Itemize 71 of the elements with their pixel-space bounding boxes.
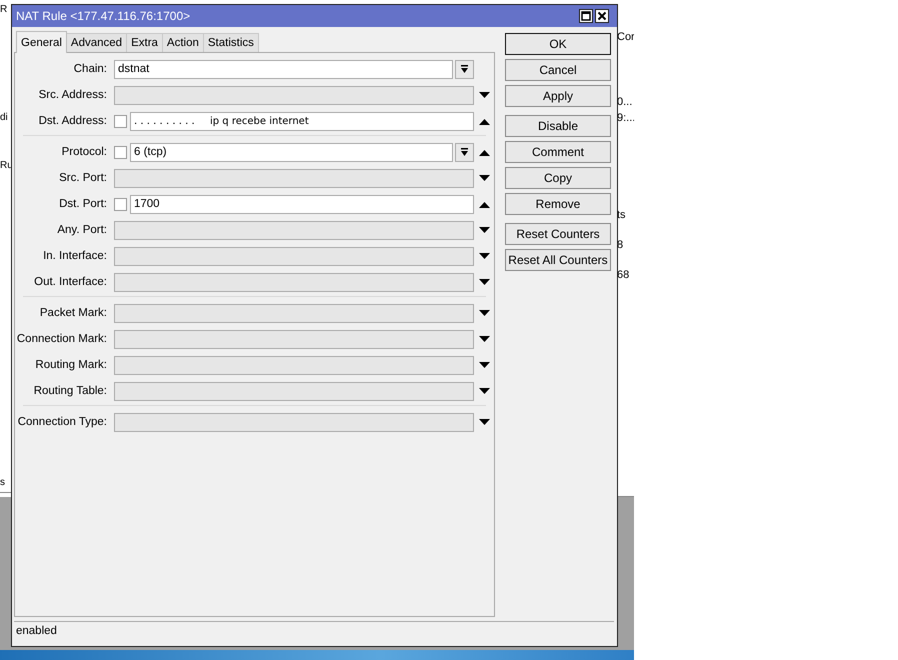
window-title: NAT Rule <177.47.116.76:1700> [16, 9, 190, 23]
expand-arrow-icon[interactable] [478, 226, 490, 234]
field-label: Protocol: [60, 146, 107, 158]
expand-arrow-icon[interactable] [478, 174, 490, 182]
tab[interactable]: Statistics [202, 33, 259, 52]
input-field[interactable]: 6 (tcp) [130, 142, 453, 162]
expand-arrow-icon[interactable] [478, 92, 490, 98]
field-label: Any. Port: [56, 224, 107, 236]
field-label: Routing Table: [32, 385, 107, 397]
cut-off-text: ts [617, 209, 626, 221]
input-field[interactable]: 1700 [130, 194, 474, 214]
status-text: enabled [16, 625, 57, 637]
collapse-arrow-icon[interactable] [478, 148, 490, 156]
field-label: Dst. Address: [38, 115, 107, 127]
field-label: Src. Address: [38, 89, 107, 101]
collapse-arrow-icon[interactable] [478, 118, 490, 124]
input-field[interactable] [114, 246, 474, 266]
dialog-button[interactable]: Apply [505, 85, 611, 107]
input-field[interactable] [114, 382, 474, 400]
field-label: Connection Mark: [16, 333, 107, 345]
input-field[interactable] [114, 304, 474, 322]
close-icon[interactable] [595, 9, 609, 23]
input-field[interactable] [114, 330, 474, 348]
field-label: Dst. Port: [58, 198, 107, 210]
field-label: Packet Mark: [38, 307, 107, 319]
input-field[interactable] [114, 168, 474, 188]
dialog-button[interactable]: Reset Counters [505, 223, 611, 245]
field-label: In. Interface: [42, 250, 107, 262]
expand-arrow-icon[interactable] [478, 388, 490, 394]
dropdown-button[interactable] [455, 142, 474, 162]
dialog-button[interactable]: OK [505, 33, 611, 55]
tab[interactable]: Action [162, 33, 204, 52]
dropdown-button[interactable] [455, 60, 474, 78]
input-field[interactable] [114, 272, 474, 292]
dropdown-arrow-icon [460, 64, 469, 74]
checkbox[interactable] [114, 114, 127, 128]
expand-arrow-icon[interactable] [478, 362, 490, 368]
expand-arrow-icon[interactable] [478, 336, 490, 342]
input-field[interactable] [114, 412, 474, 432]
dialog-button[interactable]: Cancel [505, 59, 611, 81]
input-field[interactable] [114, 86, 474, 104]
tab[interactable]: Advanced [66, 33, 128, 52]
dropdown-arrow-icon [460, 148, 469, 156]
field-label: Chain: [72, 63, 107, 75]
cut-off-text: R [0, 4, 8, 15]
expand-arrow-icon[interactable] [478, 310, 490, 316]
dialog-button[interactable]: Copy [505, 167, 611, 189]
checkbox[interactable] [114, 198, 127, 210]
dialog-button[interactable]: Disable [505, 115, 611, 137]
checkbox[interactable] [114, 146, 127, 158]
cut-off-text: 68 [617, 269, 630, 281]
dialog-button[interactable]: Comment [505, 141, 611, 163]
cut-off-text: di [0, 112, 8, 123]
field-label: Connection Type: [16, 416, 107, 428]
collapse-arrow-icon[interactable] [478, 200, 490, 208]
field-label: Routing Mark: [34, 359, 107, 371]
expand-arrow-icon[interactable] [478, 278, 490, 286]
annotation-text: ip q recebe internet [210, 116, 309, 126]
expand-arrow-icon[interactable] [478, 418, 490, 426]
cut-off-text: s [0, 477, 5, 488]
maximize-icon[interactable] [579, 9, 593, 23]
input-field[interactable] [114, 356, 474, 374]
tab[interactable]: General [16, 31, 67, 53]
field-label: Out. Interface: [33, 276, 107, 288]
input-field[interactable] [114, 220, 474, 240]
input-field[interactable]: dstnat [114, 60, 453, 78]
tab[interactable]: Extra [126, 33, 163, 52]
expand-arrow-icon[interactable] [478, 252, 490, 260]
field-label: Src. Port: [58, 172, 107, 184]
dialog-button[interactable]: Reset All Counters [505, 249, 611, 271]
dialog-button[interactable]: Remove [505, 193, 611, 215]
